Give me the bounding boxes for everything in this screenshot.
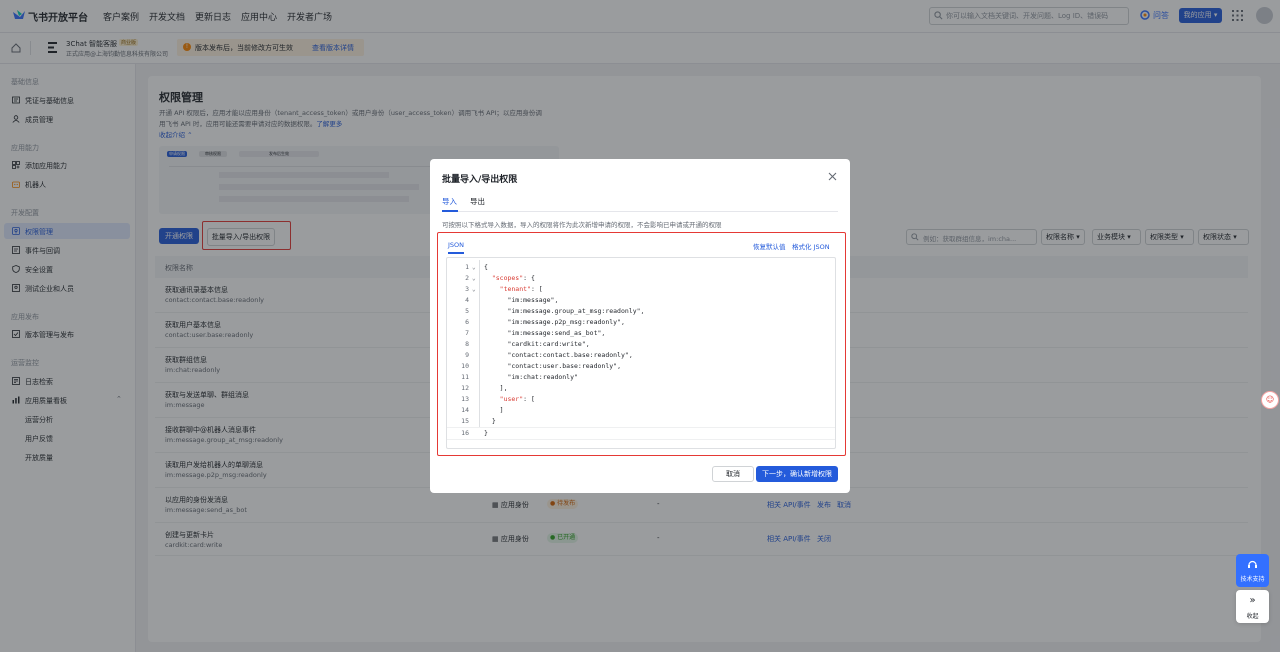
headset-icon [1248,560,1257,568]
line-number: 13 [461,395,469,403]
code-line: 3 ⌄ "tenant": [ [447,284,835,295]
line-number: 1 [465,263,469,271]
fold-chevron-icon[interactable]: ⌄ [472,273,476,284]
code-line: 4 "im:message", [447,295,835,306]
code-text: "scopes": { [491,274,535,282]
line-number: 9 [465,351,469,359]
batch-permission-modal: 批量导入/导出权限 导入 导出 可按照以下格式导入数据，导入的权限将作为此次新增… [430,159,850,493]
code-text: "im:message.p2p_msg:readonly", [507,318,625,326]
line-number: 8 [465,340,469,348]
code-line: 12 ], [447,383,835,394]
code-line: 7 "im:message:send_as_bot", [447,328,835,339]
line-number: 7 [465,329,469,337]
tab-json[interactable]: JSON [448,241,464,249]
line-number: 4 [465,296,469,304]
feedback-float-icon[interactable]: ☺ [1261,391,1279,409]
tech-support-button[interactable]: 技术支持 [1236,554,1269,587]
code-line: 5 "im:message.group_at_msg:readonly", [447,306,835,317]
code-editor[interactable]: 1 ⌄{2 ⌄ "scopes": {3 ⌄ "tenant": [4 "im:mes… [446,257,836,449]
code-text: { [484,263,488,271]
code-text: } [484,429,488,437]
code-text: "im:chat:readonly" [507,373,578,381]
json-editor: JSON 恢复默认值 格式化 JSON 1 ⌄{2 ⌄ "scopes": {3 ⌄ … [442,235,838,449]
code-line: 9 "contact:contact.base:readonly", [447,350,835,361]
line-number: 6 [465,318,469,326]
line-number: 14 [461,406,469,414]
confirm-add-permission-button[interactable]: 下一步，确认新增权限 [756,466,838,482]
code-text: "user": [ [499,395,535,403]
code-text: "tenant": [ [499,285,543,293]
tech-support-label: 技术支持 [1240,576,1265,583]
code-text: } [484,417,496,425]
code-text: "im:message:send_as_bot", [507,329,606,337]
tab-divider [442,211,838,212]
format-json-button[interactable]: 格式化 JSON [792,241,830,251]
line-number: 3 [465,285,469,293]
code-line: 1 ⌄ { [447,262,835,273]
code-line: 13 "user": [ [447,394,835,405]
import-hint: 可按照以下格式导入数据，导入的权限将作为此次新增申请的权限，不会影响已申请或开通… [442,221,722,229]
collapse-label: 收起 [1246,613,1259,620]
code-line: 6 "im:message.p2p_msg:readonly", [447,317,835,328]
line-number: 5 [465,307,469,315]
code-text: ], [484,384,508,392]
restore-default-button[interactable]: 恢复默认值 [753,241,786,251]
collapse-float-button[interactable]: » 收起 [1236,590,1269,623]
code-text: "im:message.group_at_msg:readonly", [507,307,645,315]
code-text: "contact:user.base:readonly", [507,362,621,370]
code-line: 11 "im:chat:readonly" [447,372,835,383]
modal-title: 批量导入/导出权限 [442,175,518,185]
json-tab-indicator [448,252,464,254]
code-line: 8 "cardkit:card:write", [447,339,835,350]
line-number: 16 [461,429,469,437]
code-text: "im:message", [507,296,559,304]
tab-export[interactable]: 导出 [470,196,485,207]
code-line: 2 ⌄ "scopes": { [447,273,835,284]
code-line: 16} [447,427,835,440]
code-text: "contact:contact.base:readonly", [507,351,633,359]
tab-import[interactable]: 导入 [442,196,457,207]
fold-chevron-icon[interactable]: ⌄ [472,284,476,295]
double-chevron-right-icon: » [1249,595,1256,606]
code-line: 10 "contact:user.base:readonly", [447,361,835,372]
fold-chevron-icon[interactable]: ⌄ [472,262,476,273]
code-line: 15 } [447,416,835,427]
code-text: ] [484,406,504,414]
cancel-button[interactable]: 取消 [712,466,754,482]
line-number: 12 [461,384,469,392]
close-icon[interactable] [828,172,837,181]
line-number: 2 [465,274,469,282]
active-tab-indicator [442,210,458,212]
line-number: 15 [461,417,469,425]
line-number: 10 [461,362,469,370]
line-number: 11 [461,373,469,381]
code-line: 14 ] [447,405,835,416]
code-text: "cardkit:card:write", [507,340,590,348]
